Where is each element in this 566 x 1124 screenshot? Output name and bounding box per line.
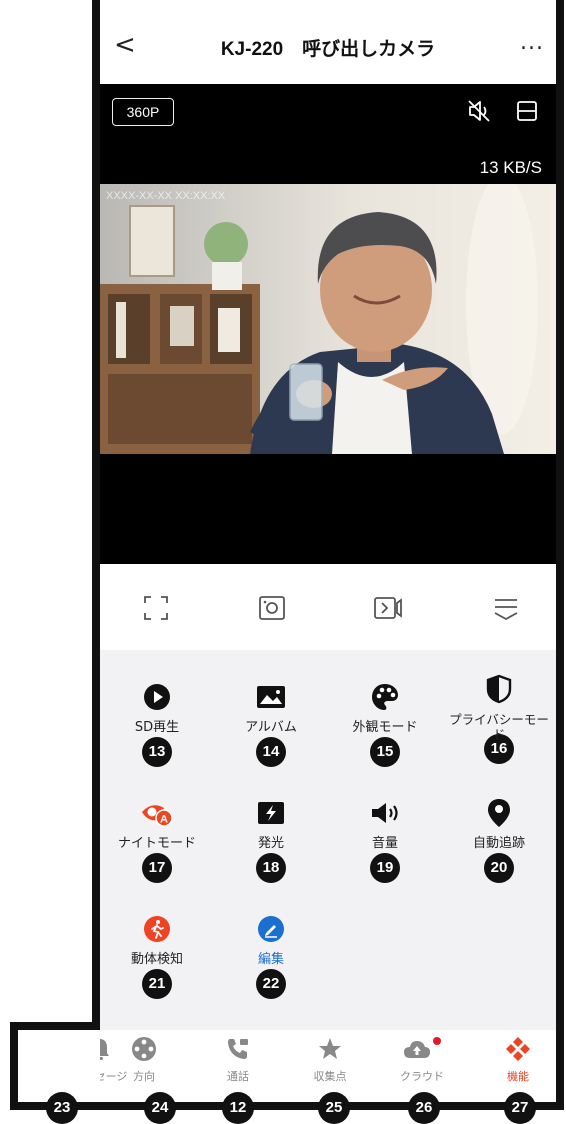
feature-sd-playback[interactable]: SD再生 13 [100,678,214,767]
screenshot-icon[interactable] [256,592,288,624]
feature-label: ナイトモード [117,836,196,851]
privacy-shield-icon [486,674,512,704]
callout-badge: 19 [370,853,400,883]
feature-grid: SD再生 13 アルバム 14 外観モード 15 プライバシーモード 16 A … [100,650,556,1030]
page-title: KJ-220 呼び出しカメラ [220,39,436,60]
header-bar: < KJ-220 呼び出しカメラ ... [100,0,556,84]
fullscreen-icon[interactable] [140,592,172,624]
tab-label: 収集点 [313,1070,347,1083]
night-eye-icon: A [142,805,173,827]
tab-call[interactable]: 通話 [200,1036,276,1084]
feature-label: 音量 [371,836,398,851]
callout-badge: 12 [222,1092,254,1124]
callout-badge: 23 [46,1092,78,1124]
callout-badge: 16 [484,734,514,764]
feature-label: 外観モード [352,720,418,735]
feature-label: 発光 [257,836,284,851]
video-timestamp: XXXX-XX-XX XX:XX:XX [106,190,226,202]
feature-appearance-mode[interactable]: 外観モード 15 [328,678,442,767]
feature-edit[interactable]: 編集 22 [214,910,328,999]
feature-auto-tracking[interactable]: 自動追跡 20 [442,794,556,883]
tab-direction[interactable]: 方向 [106,1036,182,1084]
callout-badge: 14 [256,737,286,767]
frame-line-bottom [10,1102,564,1110]
feature-privacy-mode[interactable]: プライバシーモード 16 [442,670,556,764]
image-icon [257,686,285,708]
bottom-tab-bar: メッセージ 方向 通話 収集点 クラウド 機能 [100,1030,556,1102]
light-icon [258,802,284,824]
frame-line-left [92,0,100,1030]
feature-label: 編集 [257,952,284,967]
tab-label: 機能 [507,1070,529,1083]
callout-badge: 15 [370,737,400,767]
feature-label: 自動追跡 [472,836,525,851]
layout-icon[interactable] [514,98,540,124]
feature-night-mode[interactable]: A ナイトモード 17 [100,794,214,883]
callout-badge: 17 [142,853,172,883]
callout-badge: 25 [318,1092,350,1124]
speaker-icon [372,803,398,823]
feature-label: 動体検知 [130,952,183,967]
feature-album[interactable]: アルバム 14 [214,678,328,767]
resolution-button[interactable]: 360P [112,98,174,126]
palette-icon [372,684,398,710]
location-pin-icon [488,799,510,827]
phone-screen: < KJ-220 呼び出しカメラ ... 360P 13 KB/S XXXX-X… [100,0,556,1102]
mute-icon[interactable] [466,98,492,124]
callout-badge: 26 [408,1092,440,1124]
feature-volume[interactable]: 音量 19 [328,794,442,883]
notification-dot [433,1037,441,1045]
feature-light[interactable]: 発光 18 [214,794,328,883]
callout-badge: 13 [142,737,172,767]
callout-badge: 20 [484,853,514,883]
direction-icon [132,1037,156,1061]
tab-favorites[interactable]: 収集点 [292,1036,368,1084]
collapse-icon[interactable] [490,592,522,624]
feature-label: SD再生 [134,720,180,735]
bitrate-readout: 13 KB/S [479,158,542,177]
svg-text:A: A [160,814,168,826]
play-icon [144,684,170,710]
live-video-view[interactable]: 360P 13 KB/S XXXX-XX-XX XX:XX:XX [100,84,556,564]
tab-cloud[interactable]: クラウド [384,1036,460,1084]
star-icon [319,1038,341,1059]
callout-badge: 18 [256,853,286,883]
feature-motion-detection[interactable]: 動体検知 21 [100,910,214,999]
camera-feed-image [100,184,556,454]
frame-line-step [10,1022,100,1030]
more-icon[interactable]: ... [520,30,544,55]
function-icon [506,1037,530,1061]
callout-badge: 22 [256,969,286,999]
motion-detect-icon [144,916,170,942]
tab-label: 方向 [133,1070,155,1083]
callout-badge: 24 [144,1092,176,1124]
feature-label: アルバム [245,720,297,735]
tab-label: クラウド [400,1070,444,1083]
frame-line-right [556,0,564,1108]
cloud-icon [404,1037,441,1058]
tab-functions[interactable]: 機能 [480,1036,556,1084]
tab-label: 通話 [227,1070,249,1083]
record-icon[interactable] [372,592,404,624]
frame-line-outer-left [10,1022,18,1108]
video-controls-bar [100,564,556,650]
callout-badge: 21 [142,969,172,999]
edit-icon [258,916,284,942]
callout-badge: 27 [504,1092,536,1124]
phone-icon [228,1039,248,1059]
